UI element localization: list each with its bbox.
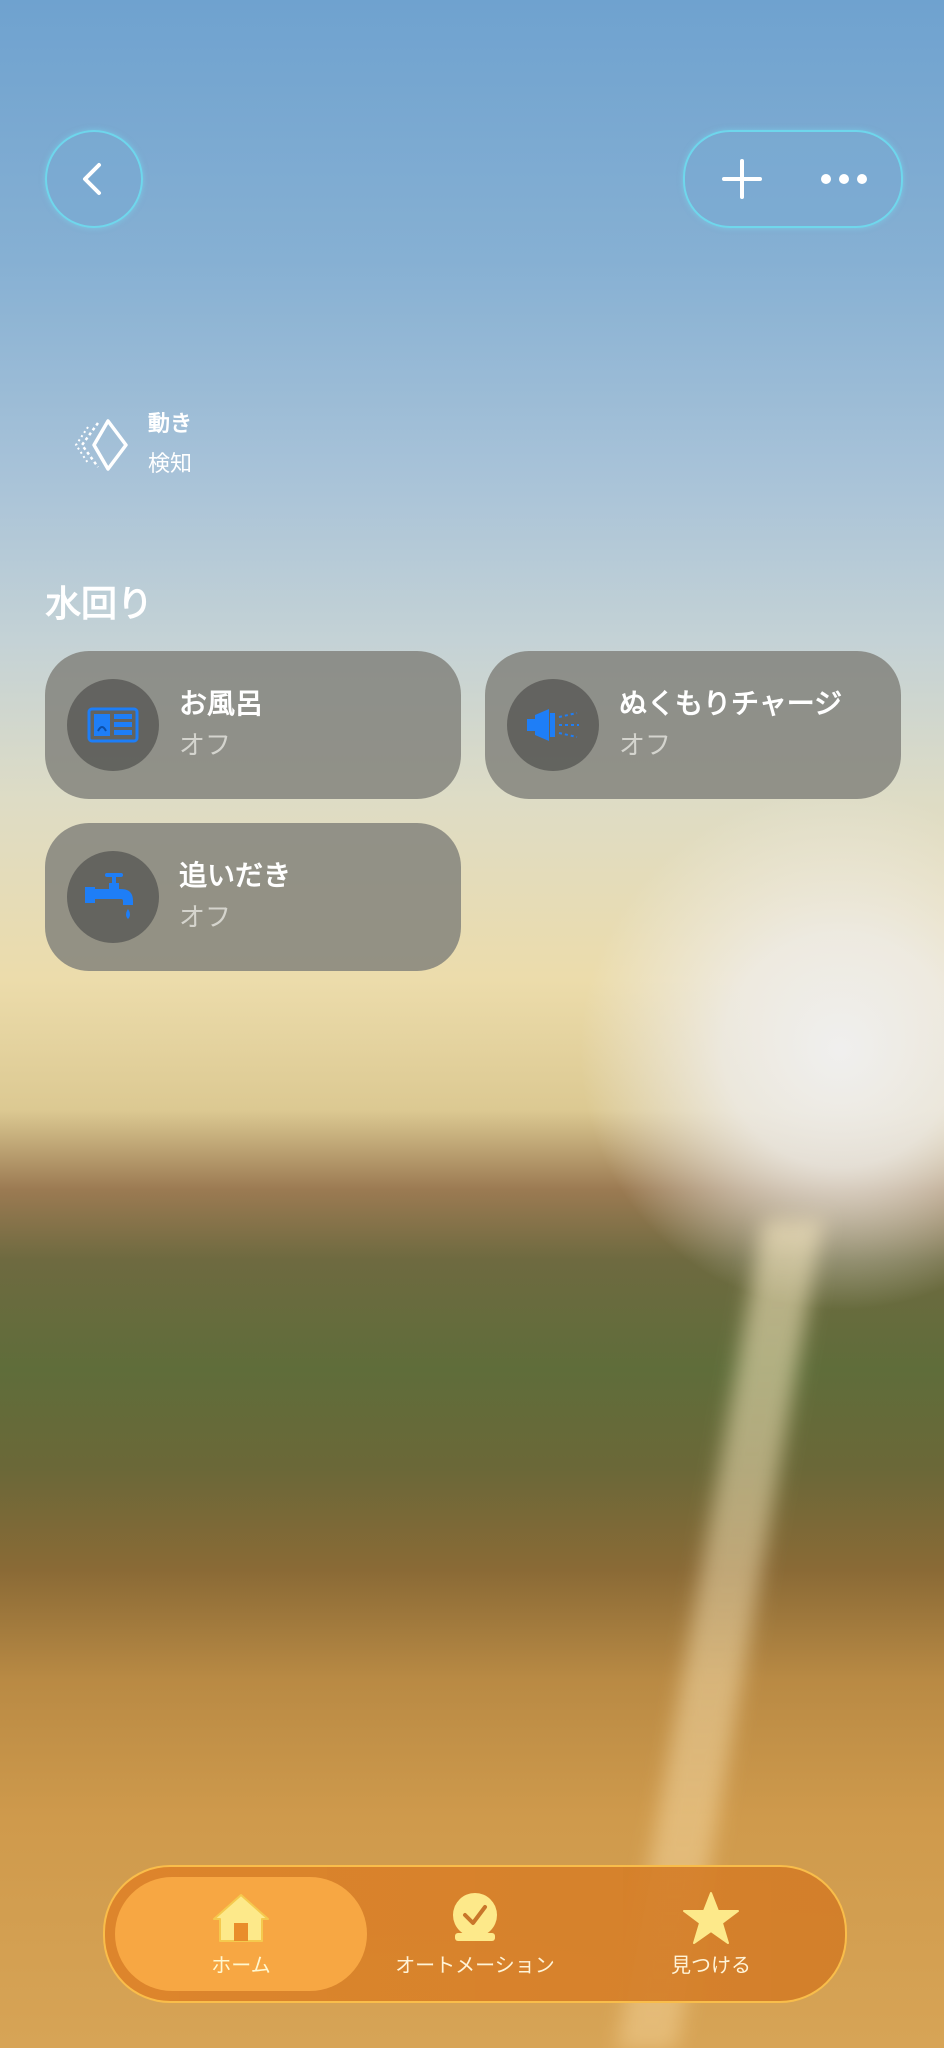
section-title: 水回り [45, 584, 154, 625]
tab-home[interactable]: ホーム [115, 1877, 367, 1991]
more-button[interactable] [797, 132, 891, 226]
home-room-screen: 動き 検知 水回り お風呂 オフ ぬくもりチャージ オフ 追いだき オフ ホーム… [0, 0, 944, 2048]
star-icon [683, 1891, 739, 1944]
tile-text: 追いだき オフ [179, 855, 291, 939]
tile-state: オフ [619, 731, 672, 761]
back-button[interactable] [45, 130, 143, 228]
tab-automation-label: オートメーション [395, 1952, 555, 1977]
tile-name: 追いだき [179, 859, 292, 892]
tile-icon-circle [67, 851, 159, 943]
motion-sensor-value: 検知 [148, 452, 193, 477]
tab-bar: ホーム オートメーション 見つける [103, 1865, 847, 2003]
ellipsis-icon [821, 174, 867, 184]
tab-discover-label: 見つける [671, 1952, 751, 1977]
chevron-left-icon [83, 163, 101, 195]
accessory-tile-warm-charge[interactable]: ぬくもりチャージ オフ [485, 651, 901, 799]
clock-check-icon [453, 1892, 497, 1941]
warm-charge-icon [527, 709, 579, 741]
tile-state: オフ [179, 731, 232, 761]
tile-name: お風呂 [179, 687, 264, 720]
motion-sensor-label: 動き [148, 412, 193, 437]
tile-text: お風呂 オフ [179, 683, 263, 767]
motion-sensor-status[interactable]: 動き 検知 [74, 405, 192, 485]
accessory-tile-bath[interactable]: お風呂 オフ [45, 651, 461, 799]
accessory-tile-reheat[interactable]: 追いだき オフ [45, 823, 461, 971]
add-button[interactable] [695, 132, 789, 226]
house-icon [213, 1893, 269, 1942]
bathtub-heater-icon [87, 707, 139, 743]
plus-icon [722, 159, 762, 199]
faucet-icon [85, 873, 133, 919]
tile-icon-circle [67, 679, 159, 771]
tile-name: ぬくもりチャージ [619, 687, 843, 720]
tile-text: ぬくもりチャージ オフ [619, 683, 842, 767]
tile-state: オフ [179, 903, 232, 933]
tab-discover[interactable]: 見つける [611, 1877, 811, 1991]
top-actions-group [683, 130, 903, 228]
motion-sensor-text: 動き 検知 [148, 405, 192, 485]
motion-sensor-icon [74, 419, 128, 471]
tab-automation[interactable]: オートメーション [375, 1877, 575, 1991]
tile-icon-circle [507, 679, 599, 771]
tab-home-label: ホーム [211, 1952, 271, 1977]
